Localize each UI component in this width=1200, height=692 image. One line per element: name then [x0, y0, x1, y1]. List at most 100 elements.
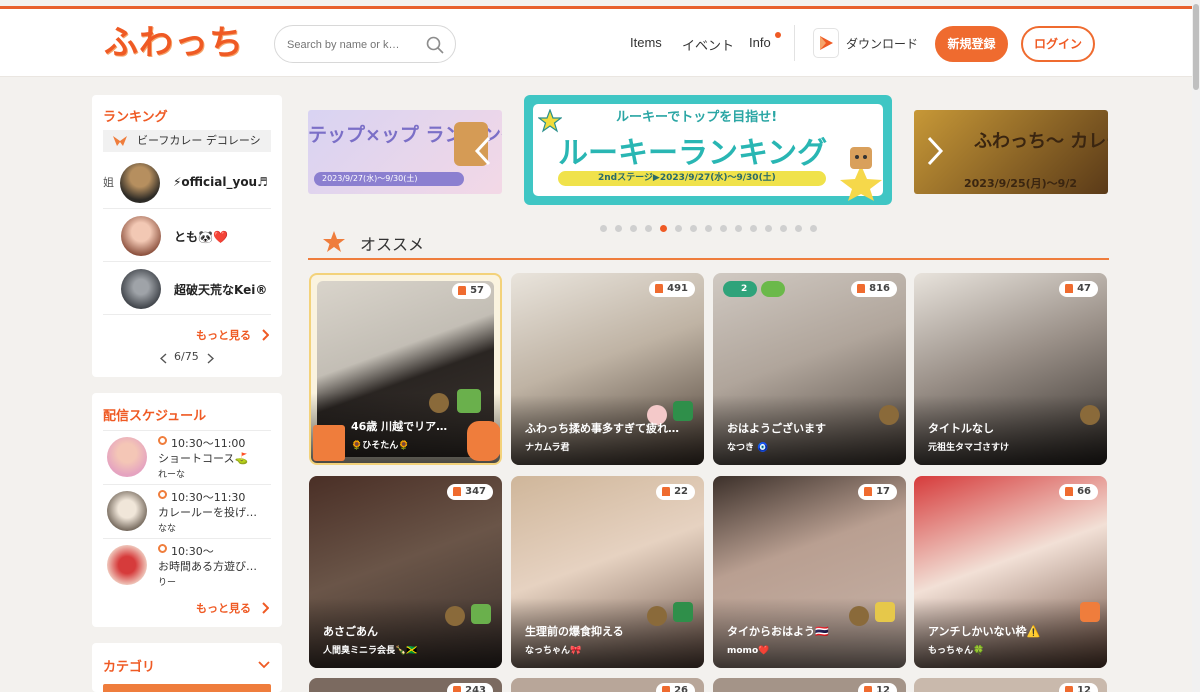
nav-event[interactable]: イベント — [682, 35, 734, 54]
stream-card[interactable]: 12 — [713, 678, 906, 692]
schedule-item-3[interactable]: 10:30〜 お時間ある方遊び… りー — [103, 538, 271, 592]
viewer-count: 26 — [656, 683, 695, 692]
carousel-dot[interactable] — [630, 225, 637, 232]
schedule-panel: 配信スケジュール 10:30〜11:00 ショートコース⛳ れーな 10:30〜… — [92, 393, 282, 627]
carousel-dot[interactable] — [795, 225, 802, 232]
avatar[interactable] — [120, 163, 160, 203]
viewer-count: 17 — [858, 484, 897, 500]
carousel-dot[interactable] — [600, 225, 607, 232]
banner-label: ふわっち〜 カレー天国 — [974, 131, 1108, 152]
section-title: オススメ — [360, 235, 425, 254]
signup-button[interactable]: 新規登録 — [935, 26, 1008, 62]
carousel-dot[interactable] — [615, 225, 622, 232]
stream-card[interactable]: 491 ふわっち揉め事多すぎて疲れ… ナカムラ君 — [511, 273, 704, 465]
info-notification-dot — [775, 32, 781, 38]
viewer-count: 243 — [447, 683, 493, 692]
banner-label: ルーキーランキング — [558, 136, 828, 171]
star-icon — [538, 109, 562, 133]
stream-card[interactable]: 26 — [511, 678, 704, 692]
stream-card[interactable]: 47 タイトルなし 元祖生タマゴさすけ — [914, 273, 1107, 465]
carousel-dot[interactable] — [720, 225, 727, 232]
app-download-icon[interactable] — [813, 28, 839, 58]
schedule-item-1[interactable]: 10:30〜11:00 ショートコース⛳ れーな — [103, 430, 271, 484]
carousel-dots[interactable] — [600, 217, 825, 232]
dino-icon — [673, 602, 693, 622]
ranking-more-link[interactable]: もっと見る — [196, 327, 251, 343]
category-panel[interactable]: カテゴリ — [92, 643, 282, 692]
badge-icon — [445, 606, 465, 626]
stream-card[interactable]: 22 生理前の爆食抑える なっちゃん🎀 — [511, 476, 704, 668]
carousel-banner-active[interactable]: ルーキーでトップを目指せ! ルーキーランキング 2ndステージ▶2023/9/2… — [524, 95, 892, 205]
stream-host: ナカムラ君 — [525, 443, 570, 453]
ranking-event-banner[interactable]: ビーフカレー デコレーシ — [103, 130, 271, 152]
ranking-row-2[interactable]: とも🐼❤️ — [103, 210, 271, 262]
avatar — [107, 545, 147, 585]
pager-prev-icon[interactable] — [160, 353, 167, 364]
carousel-dot[interactable] — [690, 225, 697, 232]
clock-icon — [158, 544, 167, 553]
search-icon[interactable] — [425, 35, 445, 55]
carousel-dot[interactable] — [735, 225, 742, 232]
page-scrollbar-thumb[interactable] — [1193, 4, 1199, 90]
clock-icon — [158, 490, 167, 499]
stream-card[interactable]: 17 タイからおはよう🇹🇭 momo❤️ — [713, 476, 906, 668]
stream-host: なっちゃん🎀 — [525, 646, 582, 656]
stream-card[interactable]: 347 あさごあん 人間臭ミニラ会長🍾🇯🇲 — [309, 476, 502, 668]
carousel-dot[interactable] — [750, 225, 757, 232]
stream-title: タイトルなし — [928, 422, 994, 435]
carousel-dot[interactable] — [675, 225, 682, 232]
stream-card[interactable]: 66 アンチしかいない枠⚠️ もっちゃん🍀 — [914, 476, 1107, 668]
carousel-dot[interactable] — [660, 225, 667, 232]
page-scrollbar[interactable] — [1192, 0, 1200, 692]
chevron-right-icon[interactable] — [261, 329, 269, 341]
schedule-time: 10:30〜11:30 — [171, 491, 246, 504]
schedule-more-link[interactable]: もっと見る — [196, 600, 251, 616]
ranking-name: ⚡official_you♬ — [173, 175, 268, 189]
viewer-count: 816 — [851, 281, 897, 297]
schedule-stream-title: ショートコース⛳ — [158, 452, 249, 465]
site-logo[interactable]: ふわっち — [104, 19, 244, 67]
avatar[interactable] — [121, 269, 161, 309]
stream-card[interactable]: 2 816 おはようございます なつき 🧿 — [713, 273, 906, 465]
stream-host: もっちゃん🍀 — [928, 646, 985, 656]
nav-download[interactable]: ダウンロード — [846, 35, 918, 52]
ranking-row-1[interactable]: 姐 ⚡official_you♬ — [103, 157, 271, 209]
viewer-count: 12 — [1059, 683, 1098, 692]
stream-title: おはようございます — [727, 422, 826, 435]
badge-icon — [429, 393, 449, 413]
carousel-dot[interactable] — [765, 225, 772, 232]
stream-title: タイからおはよう🇹🇭 — [727, 625, 829, 638]
chevron-down-icon[interactable] — [258, 661, 270, 669]
pager-next-icon[interactable] — [207, 353, 214, 364]
stream-card[interactable]: 12 — [914, 678, 1107, 692]
badge-icon — [1080, 405, 1100, 425]
carousel-banner-prev[interactable]: テップ×ップ ランキング 2023/9/27(水)〜9/30(土) — [308, 110, 502, 194]
ranking-event-label: ビーフカレー デコレーシ — [137, 134, 261, 147]
carousel-dot[interactable] — [705, 225, 712, 232]
stream-card[interactable]: 243 — [309, 678, 502, 692]
mascot-icon — [467, 421, 500, 461]
viewer-count: 12 — [858, 683, 897, 692]
nav-items[interactable]: Items — [630, 35, 662, 50]
nav-info[interactable]: Info — [749, 35, 771, 50]
banner-date: 2023/9/27(水)〜9/30(土) — [314, 172, 464, 186]
carousel-next-icon[interactable] — [926, 136, 944, 166]
schedule-item-2[interactable]: 10:30〜11:30 カレールーを投げ… なな — [103, 484, 271, 538]
carousel-dot[interactable] — [780, 225, 787, 232]
stream-title: 46歳 川越でリア… — [351, 420, 448, 433]
carousel-dot[interactable] — [810, 225, 817, 232]
carousel-prev-icon[interactable] — [474, 136, 492, 166]
ranking-row-3[interactable]: 超破天荒なKei® — [103, 263, 271, 315]
viewer-count: 491 — [649, 281, 695, 297]
stream-card[interactable]: 57 46歳 川越でリア… 🌻ひそたん🌻 — [309, 273, 502, 465]
chevron-right-icon[interactable] — [261, 602, 269, 614]
avatar[interactable] — [121, 216, 161, 256]
site-header: ふわっち Items イベント Info ダウンロード 新規登録 ログイン — [0, 9, 1192, 77]
search-input[interactable] — [287, 35, 412, 55]
login-button[interactable]: ログイン — [1021, 26, 1095, 62]
ranking-pager: 6/75 — [174, 350, 199, 363]
category-item[interactable] — [103, 684, 271, 692]
carousel-dot[interactable] — [645, 225, 652, 232]
stream-host: 元祖生タマゴさすけ — [928, 443, 1010, 453]
search-box[interactable] — [274, 25, 456, 63]
